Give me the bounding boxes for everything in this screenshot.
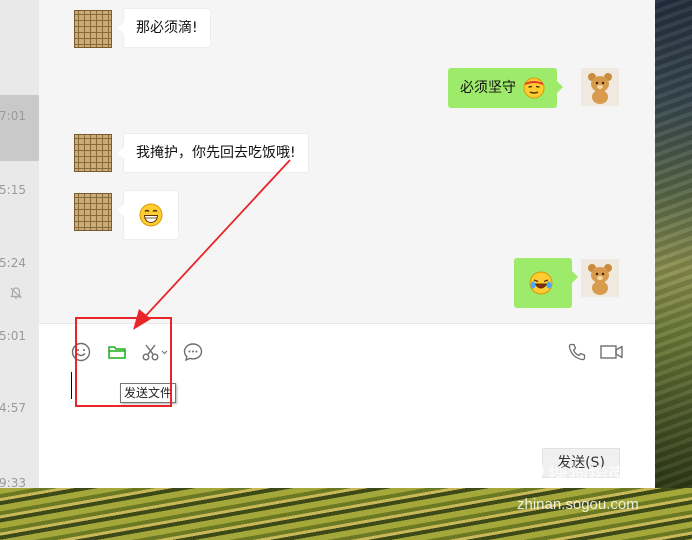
message-list[interactable]: 那必须滴! 必须坚守 我掩护，你先回去吃饭哦! [39, 0, 655, 323]
session-time: 5:01 [0, 329, 26, 343]
highlight-box [75, 317, 172, 407]
sogou-logo-icon [520, 458, 544, 482]
session-list: 7:01 5:15 5:24 5:01 4:57 9:33 [0, 0, 39, 488]
session-time: 7:01 [0, 109, 26, 123]
session-time: 9:33 [0, 476, 26, 488]
message-text: 必须坚守 [460, 80, 516, 96]
bear-avatar-icon [581, 68, 619, 106]
contact-avatar[interactable] [74, 134, 112, 172]
message-bubble-outgoing[interactable] [514, 258, 578, 308]
text-cursor [71, 372, 72, 399]
session-item[interactable]: 5:01 [0, 318, 39, 384]
session-item[interactable]: 4:57 [0, 384, 39, 450]
message-text: 我掩护，你先回去吃饭哦! [136, 145, 296, 161]
message-bubble-outgoing[interactable]: 必须坚守 [448, 68, 564, 108]
session-time: 5:15 [0, 183, 26, 197]
session-item[interactable]: 5:15 [0, 161, 39, 227]
grinning-face-emoji [139, 203, 163, 227]
message-bubble-incoming[interactable]: 我掩护，你先回去吃饭哦! [118, 133, 309, 173]
session-item[interactable]: 5:24 [0, 240, 39, 306]
session-item[interactable] [0, 0, 39, 66]
session-item[interactable]: 9:33 [0, 456, 39, 488]
chat-bubble-icon[interactable] [182, 341, 204, 363]
message-bubble-incoming[interactable]: 那必须滴! [118, 8, 211, 48]
watermark-brand: 搜狗指南 [548, 463, 628, 487]
session-time: 5:24 [0, 256, 26, 270]
session-item-active[interactable]: 7:01 [0, 95, 39, 161]
session-time: 4:57 [0, 401, 26, 415]
determined-face-emoji [523, 77, 545, 99]
contact-avatar[interactable] [74, 10, 112, 48]
message-text: 那必须滴! [136, 20, 198, 36]
message-bubble-incoming[interactable] [118, 190, 179, 240]
my-avatar[interactable] [581, 259, 619, 297]
chat-panel: 那必须滴! 必须坚守 我掩护，你先回去吃饭哦! 发送文件 发送(S) [39, 0, 655, 488]
laughing-tears-emoji [529, 271, 553, 295]
watermark-url: zhinan.sogou.com [517, 496, 639, 513]
bear-avatar-icon [581, 259, 619, 297]
phone-icon[interactable] [566, 341, 588, 363]
video-icon[interactable] [599, 341, 625, 363]
wallpaper-right [655, 0, 692, 488]
contact-avatar[interactable] [74, 193, 112, 231]
my-avatar[interactable] [581, 68, 619, 106]
mute-bell-icon [10, 287, 22, 299]
